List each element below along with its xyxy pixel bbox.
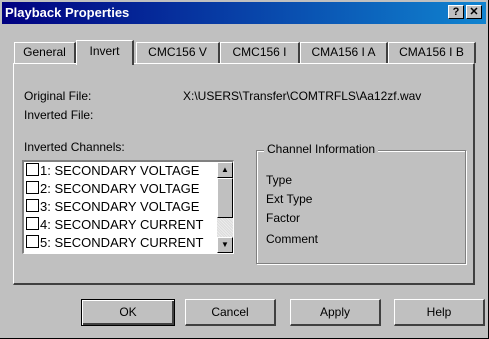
- help-button-label: Help: [426, 305, 452, 319]
- tab-cma156-i-a[interactable]: CMA156 I A: [300, 42, 388, 63]
- tab-cma156-i-a-label: CMA156 I A: [311, 45, 376, 59]
- tab-invert-label: Invert: [89, 44, 120, 58]
- question-mark-icon: ?: [452, 6, 460, 18]
- window-title: Playback Properties: [5, 5, 130, 20]
- cancel-button[interactable]: Cancel: [185, 299, 276, 326]
- help-button[interactable]: Help: [394, 299, 485, 326]
- ok-button-label: OK: [119, 305, 137, 319]
- tab-cma156-i-b[interactable]: CMA156 I B: [388, 42, 476, 63]
- title-bar[interactable]: Playback Properties ? ✕: [2, 2, 486, 24]
- tab-cma156-i-b-label: CMA156 I B: [399, 45, 464, 59]
- cancel-button-label: Cancel: [211, 305, 249, 319]
- apply-button-label: Apply: [319, 305, 351, 319]
- apply-button[interactable]: Apply: [290, 299, 381, 326]
- close-icon: ✕: [469, 6, 479, 18]
- tab-general-label: General: [23, 45, 66, 59]
- close-button[interactable]: ✕: [466, 5, 482, 19]
- playback-properties-dialog: Playback Properties ? ✕ General Invert C…: [0, 0, 489, 339]
- invert-tab-panel: [13, 63, 475, 285]
- help-title-button[interactable]: ?: [448, 5, 464, 19]
- tab-cmc156-i[interactable]: CMC156 I: [220, 42, 300, 63]
- tab-cmc156-v-label: CMC156 V: [148, 45, 207, 59]
- ok-button[interactable]: OK: [81, 299, 175, 326]
- tab-cmc156-v[interactable]: CMC156 V: [136, 42, 220, 63]
- tab-general[interactable]: General: [14, 42, 76, 63]
- tab-cmc156-i-label: CMC156 I: [232, 45, 287, 59]
- tab-invert[interactable]: Invert: [76, 40, 134, 65]
